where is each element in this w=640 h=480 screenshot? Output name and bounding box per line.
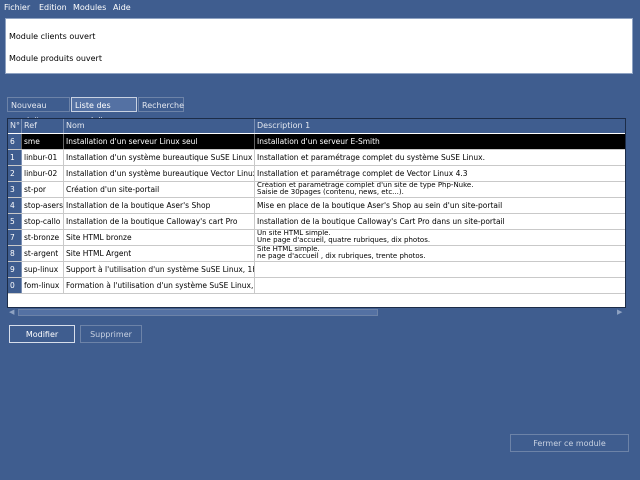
cell-text: Installation d'un serveur E-Smith: [257, 137, 380, 146]
close-module-button[interactable]: Fermer ce module: [510, 434, 629, 452]
table-row[interactable]: 4 stop-asers Installation de la boutique A…: [8, 198, 625, 214]
log-line: Module produits ouvert: [9, 54, 102, 63]
table-row[interactable]: 1 linbur-01 Installation d'un système bure…: [8, 150, 625, 166]
cell-description: Création et paramétrage complet d'un sit…: [255, 182, 625, 197]
cell-description: Site HTML simple. ne page d'accueil , dix…: [255, 246, 625, 261]
cell-text: Installation de la boutique Calloway's C…: [257, 217, 505, 226]
status-log: Module clients ouvert Module produits ou…: [5, 18, 633, 74]
col-header-num[interactable]: N°: [8, 119, 22, 133]
cell-num: 6: [8, 134, 22, 149]
col-header-ref[interactable]: Ref: [22, 119, 64, 133]
cell-ref: linbur-01: [22, 150, 64, 165]
menu-modules[interactable]: Modules: [73, 3, 106, 12]
cell-nom: Site HTML bronze: [64, 230, 255, 245]
menu-bar: Fichier Edition Modules Aide: [0, 0, 640, 16]
cell-num: 1: [8, 150, 22, 165]
scroll-right-icon[interactable]: ▶: [617, 308, 622, 317]
cell-ref: st-bronze: [22, 230, 64, 245]
menu-edition[interactable]: Edition: [39, 3, 67, 12]
cell-description: Un site HTML simple. Une page d'accueil, …: [255, 230, 625, 245]
scroll-left-icon[interactable]: ◀: [9, 308, 14, 317]
cell-text: Mise en place de la boutique Aser's Shop…: [257, 201, 503, 210]
cell-num: 0: [8, 278, 22, 293]
table-row[interactable]: 3 st-por Création d'un site-portail Créatio…: [8, 182, 625, 198]
table-row[interactable]: 8 st-argent Site HTML Argent Site HTML simp…: [8, 246, 625, 262]
tab-recherche[interactable]: Recherche: [138, 97, 184, 112]
cell-ref: sup-linux: [22, 262, 64, 277]
cell-ref: st-argent: [22, 246, 64, 261]
table-row[interactable]: 7 st-bronze Site HTML bronze Un site HTML s…: [8, 230, 625, 246]
table-row[interactable]: 9 sup-linux Support à l'utilisation d'un s…: [8, 262, 625, 278]
col-header-description[interactable]: Description 1: [255, 119, 625, 133]
table-row[interactable]: 2 linbur-02 Installation d'un système bure…: [8, 166, 625, 182]
cell-ref: stop-callo: [22, 214, 64, 229]
table-row[interactable]: 0 fom-linux Formation à l'utilisation d'un…: [8, 278, 625, 294]
cell-text: Installation et paramétrage complet du s…: [257, 153, 485, 162]
tab-liste-produits[interactable]: Liste des produits: [71, 97, 137, 125]
cell-description: [255, 262, 625, 277]
cell-nom: Formation à l'utilisation d'un système S…: [64, 278, 255, 293]
cell-nom: Création d'un site-portail: [64, 182, 255, 197]
cell-ref: st-por: [22, 182, 64, 197]
table-row[interactable]: 5 stop-callo Installation de la boutique C…: [8, 214, 625, 230]
menu-aide[interactable]: Aide: [113, 3, 131, 12]
cell-text: Une page d'accueil, quatre rubriques, di…: [257, 236, 431, 244]
table-header: N° Ref Nom Description 1: [8, 119, 625, 133]
cell-ref: sme: [22, 134, 64, 149]
cell-description: Mise en place de la boutique Aser's Shop…: [255, 198, 625, 213]
table-row[interactable]: 6 sme Installation d'un serveur Linux seul…: [8, 134, 625, 150]
products-table[interactable]: N° Ref Nom Description 1 6 sme Installatio…: [7, 118, 626, 308]
cell-description: Installation et paramétrage complet du s…: [255, 150, 625, 165]
cell-description: Installation de la boutique Calloway's C…: [255, 214, 625, 229]
cell-nom: Installation d'un système bureautique Ve…: [64, 166, 255, 181]
cell-ref: fom-linux: [22, 278, 64, 293]
cell-text: ne page d'accueil , dix rubriques, trent…: [257, 252, 426, 260]
menu-fichier[interactable]: Fichier: [4, 3, 30, 12]
col-header-nom[interactable]: Nom: [64, 119, 255, 133]
scrollbar-thumb[interactable]: [18, 309, 378, 316]
cell-text: Installation et paramétrage complet de V…: [257, 169, 468, 178]
horizontal-scrollbar[interactable]: ◀ ▶: [8, 308, 626, 317]
cell-description: [255, 278, 625, 293]
log-line: Module clients ouvert: [9, 32, 96, 41]
cell-num: 8: [8, 246, 22, 261]
cell-num: 2: [8, 166, 22, 181]
cell-num: 5: [8, 214, 22, 229]
cell-text: Saisie de 30pages (contenu, news, etc...…: [257, 188, 404, 196]
cell-num: 7: [8, 230, 22, 245]
tab-nouveau-produit[interactable]: Nouveau produit: [7, 97, 70, 125]
modify-button[interactable]: Modifier: [9, 325, 75, 343]
cell-nom: Site HTML Argent: [64, 246, 255, 261]
cell-ref: linbur-02: [22, 166, 64, 181]
cell-nom: Support à l'utilisation d'un système SuS…: [64, 262, 255, 277]
cell-ref: stop-asers: [22, 198, 64, 213]
delete-button[interactable]: Supprimer: [80, 325, 142, 343]
cell-nom: Installation de la boutique Aser's Shop: [64, 198, 255, 213]
cell-nom: Installation de la boutique Calloway's c…: [64, 214, 255, 229]
cell-description: Installation d'un serveur E-Smith: [255, 134, 625, 149]
cell-nom: Installation d'un système bureautique Su…: [64, 150, 255, 165]
cell-num: 4: [8, 198, 22, 213]
cell-description: Installation et paramétrage complet de V…: [255, 166, 625, 181]
cell-num: 3: [8, 182, 22, 197]
cell-nom: Installation d'un serveur Linux seul: [64, 134, 255, 149]
cell-num: 9: [8, 262, 22, 277]
